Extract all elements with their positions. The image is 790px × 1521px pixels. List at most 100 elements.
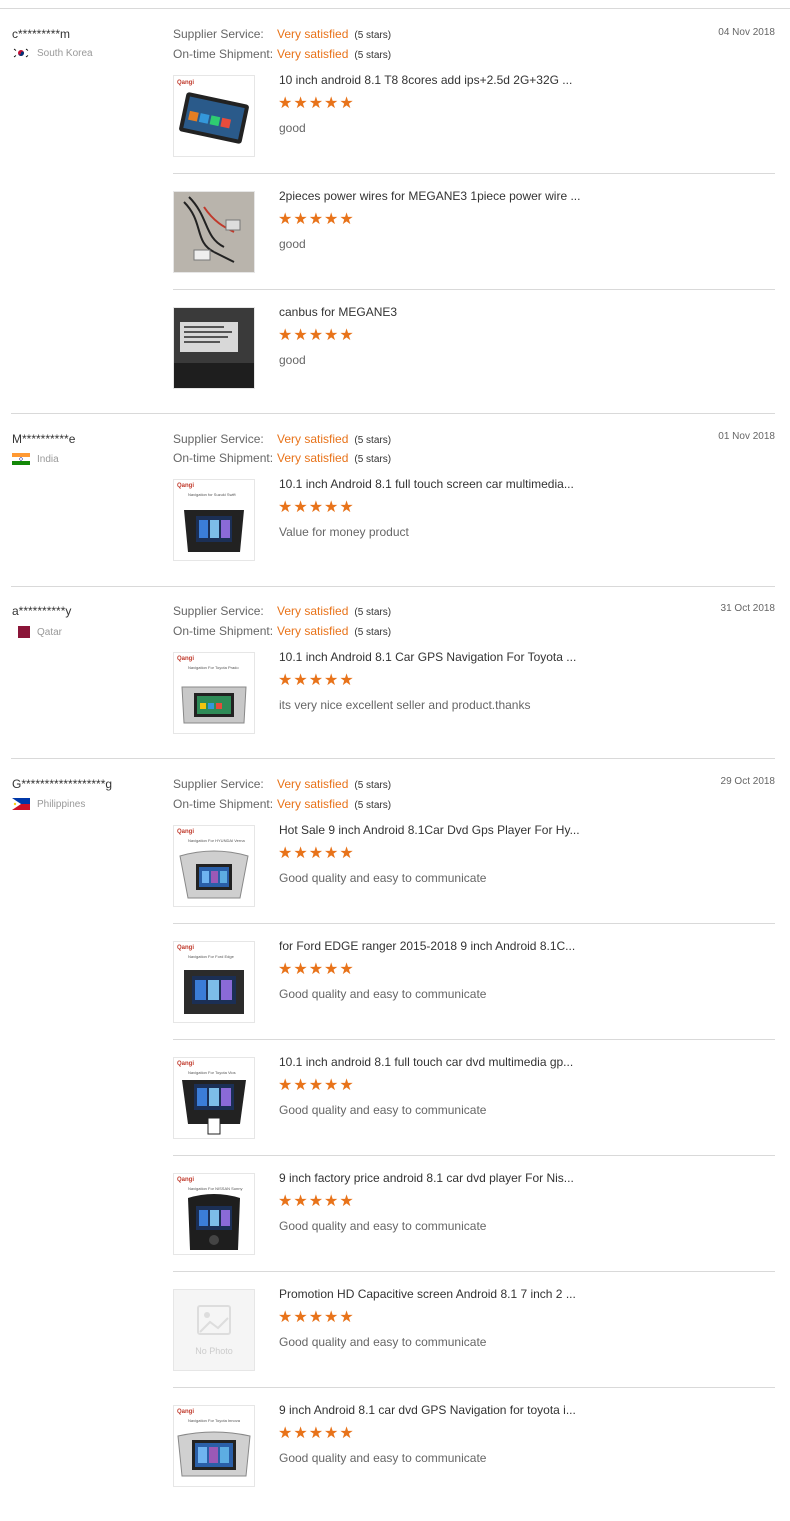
product-thumbnail[interactable]: Qangi Navigation For Toyota Innova	[173, 1405, 255, 1487]
review-date: 01 Nov 2018	[718, 431, 775, 442]
review-divider	[11, 413, 775, 414]
india-flag-icon	[12, 453, 30, 465]
product-title-link[interactable]: Hot Sale 9 inch Android 8.1Car Dvd Gps P…	[279, 823, 580, 837]
item-divider	[173, 289, 775, 290]
no-photo-icon	[197, 1305, 231, 1335]
product-title-link[interactable]: Promotion HD Capacitive screen Android 8…	[279, 1287, 576, 1301]
review-comment: Good quality and easy to communicate	[279, 1219, 487, 1233]
supplier-service-rating: Supplier Service: Very satisfied (5 stars)	[173, 432, 391, 446]
supplier-service-value: Very satisfied	[277, 604, 349, 618]
product-title-link[interactable]: 2pieces power wires for MEGANE3 1piece p…	[279, 189, 580, 203]
shipment-value: Very satisfied	[277, 451, 349, 465]
review-comment: Good quality and easy to communicate	[279, 1451, 487, 1465]
shipment-label: On-time Shipment:	[173, 797, 274, 811]
review-comment: Good quality and easy to communicate	[279, 1335, 487, 1349]
supplier-service-value: Very satisfied	[277, 777, 349, 791]
product-title-link[interactable]: 9 inch Android 8.1 car dvd GPS Navigatio…	[279, 1403, 576, 1417]
shipment-value: Very satisfied	[277, 47, 349, 61]
supplier-service-value: Very satisfied	[277, 27, 349, 41]
country-name: Qatar	[37, 626, 63, 638]
star-rating-icon: ★★★★★	[278, 845, 355, 862]
supplier-service-stars: (5 stars)	[354, 435, 392, 446]
star-rating-icon: ★★★★★	[278, 499, 355, 516]
buyer-country: Philippines	[12, 798, 85, 810]
item-divider	[173, 1387, 775, 1388]
no-photo-label: No Photo	[195, 1346, 233, 1356]
review-comment: its very nice excellent seller and produ…	[279, 698, 531, 712]
svg-text:Qangi: Qangi	[177, 80, 194, 86]
star-rating-icon: ★★★★★	[278, 327, 355, 344]
review-date: 31 Oct 2018	[720, 603, 775, 614]
star-rating-icon: ★★★★★	[278, 672, 355, 689]
country-name: Philippines	[37, 798, 86, 810]
product-title-link[interactable]: 10.1 inch Android 8.1 Car GPS Navigation…	[279, 650, 576, 664]
review-comment: good	[279, 353, 306, 367]
review-item: Qangi Navigation for Suzuki Swift 10.1 i…	[173, 477, 775, 595]
star-rating-icon: ★★★★★	[278, 961, 355, 978]
review-comment: Good quality and easy to communicate	[279, 987, 487, 1001]
supplier-service-label: Supplier Service:	[173, 777, 264, 791]
product-title-link[interactable]: 10 inch android 8.1 T8 8cores add ips+2.…	[279, 73, 572, 87]
buyer-name: c*********m	[12, 27, 71, 41]
product-title-link[interactable]: for Ford EDGE ranger 2015-2018 9 inch An…	[279, 939, 575, 953]
review-item: Qangi Navigation For Toyota Prado 10.1 i…	[173, 650, 775, 768]
product-thumbnail[interactable]: Qangi Navigation For HYUNDAI Verna	[173, 825, 255, 907]
supplier-service-rating: Supplier Service: Very satisfied (5 stars)	[173, 27, 391, 41]
product-title-link[interactable]: canbus for MEGANE3	[279, 305, 397, 319]
product-title-link[interactable]: 10.1 inch Android 8.1 full touch screen …	[279, 477, 574, 491]
product-thumbnail[interactable]	[173, 191, 255, 273]
item-divider	[173, 173, 775, 174]
shipment-value: Very satisfied	[277, 624, 349, 638]
star-rating-icon: ★★★★★	[278, 211, 355, 228]
product-thumbnail[interactable]: Qangi Navigation for Suzuki Swift	[173, 479, 255, 561]
review-comment: Good quality and easy to communicate	[279, 1103, 487, 1117]
review-comment: good	[279, 121, 306, 135]
review-date: 29 Oct 2018	[720, 776, 775, 787]
item-divider	[173, 1039, 775, 1040]
review-divider	[11, 758, 775, 759]
product-thumbnail[interactable]: Qangi Navigation For Toyota Vios	[173, 1057, 255, 1139]
country-name: India	[37, 453, 59, 465]
star-rating-icon: ★★★★★	[278, 1309, 355, 1326]
review-comment: good	[279, 237, 306, 251]
supplier-service-label: Supplier Service:	[173, 27, 264, 41]
star-rating-icon: ★★★★★	[278, 95, 355, 112]
review-comment: Value for money product	[279, 525, 409, 539]
review-item: Qangi Navigation For Toyota Innova 9 inc…	[173, 1403, 775, 1521]
product-thumbnail[interactable]: Qangi Navigation For NISSAN Sunny	[173, 1173, 255, 1255]
shipment-stars: (5 stars)	[354, 627, 392, 638]
buyer-name: a**********y	[12, 604, 72, 618]
top-divider	[0, 8, 790, 9]
supplier-service-rating: Supplier Service: Very satisfied (5 stars)	[173, 777, 391, 791]
buyer-country: South Korea	[12, 47, 93, 59]
shipment-stars: (5 stars)	[354, 50, 392, 61]
item-divider	[173, 1271, 775, 1272]
product-thumbnail[interactable]: Qangi Navigation For Toyota Prado	[173, 652, 255, 734]
supplier-service-rating: Supplier Service: Very satisfied (5 stars)	[173, 604, 391, 618]
shipment-rating: On-time Shipment: Very satisfied (5 stars)	[173, 451, 391, 465]
supplier-service-value: Very satisfied	[277, 432, 349, 446]
south-korea-flag-icon	[12, 47, 30, 59]
star-rating-icon: ★★★★★	[278, 1425, 355, 1442]
product-thumbnail[interactable]: Qangi	[173, 75, 255, 157]
shipment-label: On-time Shipment:	[173, 451, 274, 465]
product-thumbnail[interactable]: No Photo	[173, 1289, 255, 1371]
product-title-link[interactable]: 10.1 inch android 8.1 full touch car dvd…	[279, 1055, 573, 1069]
buyer-country: Qatar	[12, 626, 62, 638]
buyer-name: G******************g	[12, 777, 113, 791]
country-name: South Korea	[37, 47, 93, 59]
buyer-name: M**********e	[12, 432, 76, 446]
star-rating-icon: ★★★★★	[278, 1193, 355, 1210]
star-rating-icon: ★★★★★	[278, 1077, 355, 1094]
product-title-link[interactable]: 9 inch factory price android 8.1 car dvd…	[279, 1171, 574, 1185]
supplier-service-stars: (5 stars)	[354, 30, 392, 41]
product-thumbnail[interactable]	[173, 307, 255, 389]
item-divider	[173, 1155, 775, 1156]
review-divider	[11, 586, 775, 587]
shipment-rating: On-time Shipment: Very satisfied (5 stars)	[173, 797, 391, 811]
supplier-service-label: Supplier Service:	[173, 432, 264, 446]
supplier-service-stars: (5 stars)	[354, 607, 392, 618]
review-comment: Good quality and easy to communicate	[279, 871, 487, 885]
product-thumbnail[interactable]: Qangi Navigation For Ford Edge	[173, 941, 255, 1023]
shipment-label: On-time Shipment:	[173, 624, 274, 638]
